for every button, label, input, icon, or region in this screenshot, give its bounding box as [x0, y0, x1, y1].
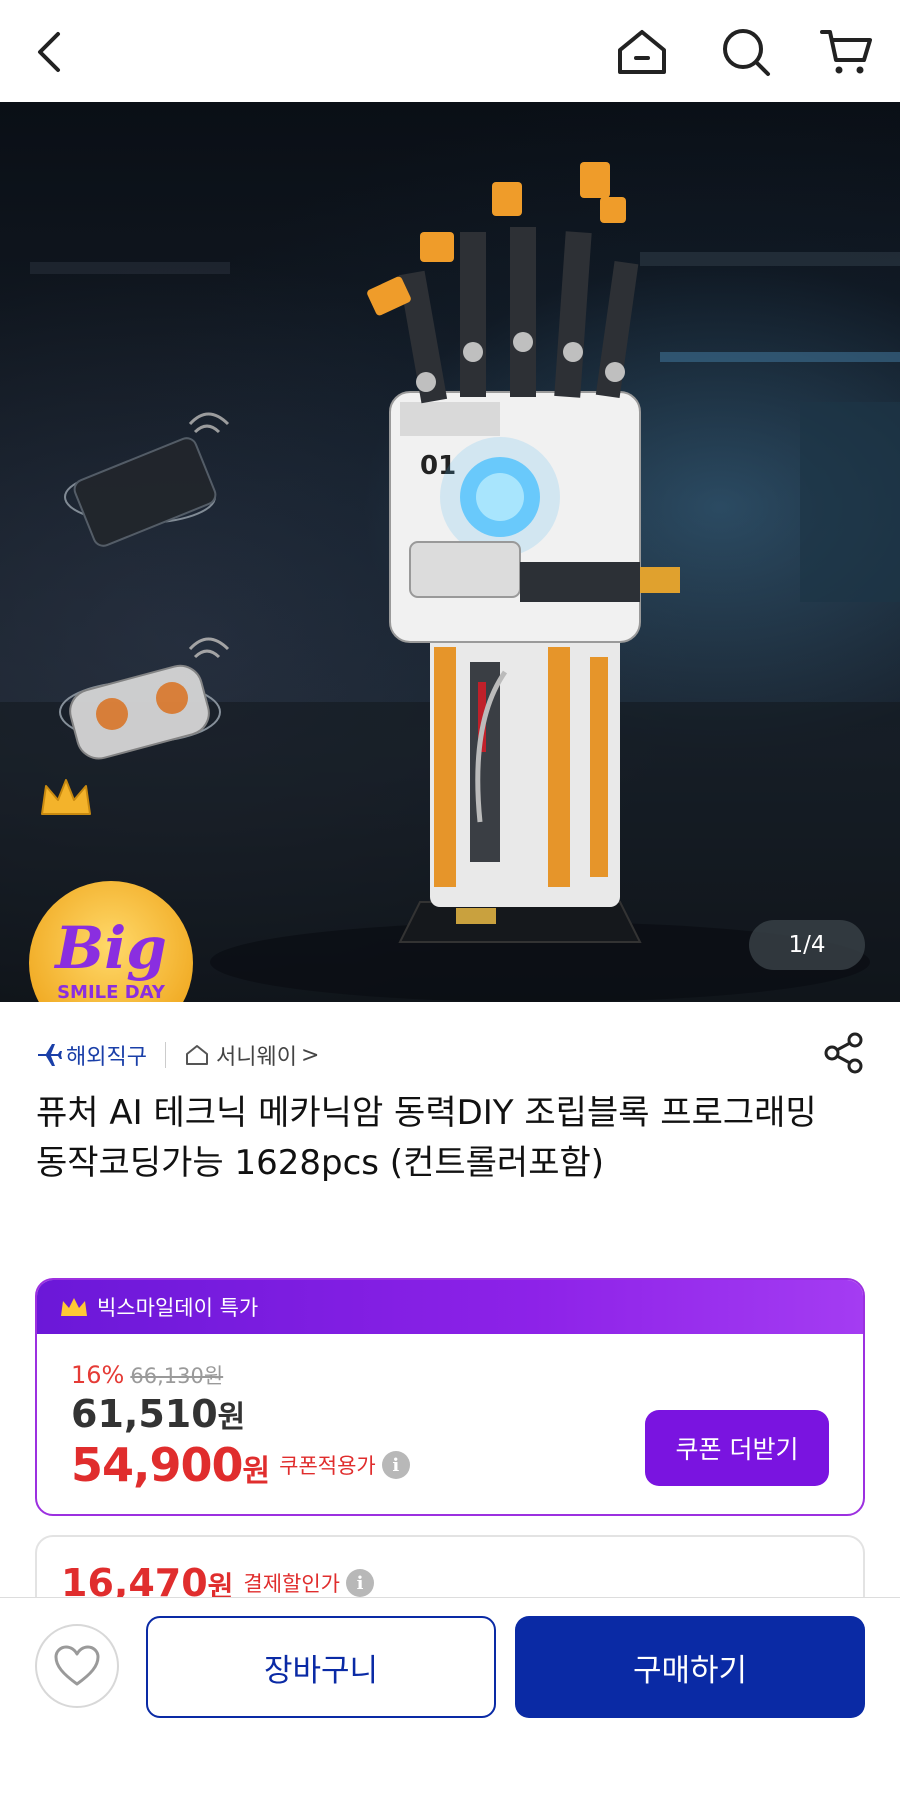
- coupon-price-label: 쿠폰적용가: [279, 1454, 376, 1478]
- add-to-cart-button[interactable]: 장바구니: [146, 1616, 496, 1718]
- coupon-price: 54,900원: [71, 1438, 271, 1492]
- sale-price-unit: 원: [217, 1400, 246, 1435]
- home-icon: [618, 30, 666, 74]
- badge-smile-day-text: SMILE DAY: [57, 982, 166, 1002]
- discount-rate: 16%: [71, 1361, 125, 1389]
- coupon-price-row: 54,900원 쿠폰적용가 i: [71, 1438, 410, 1492]
- home-button[interactable]: [612, 22, 672, 82]
- buy-now-button[interactable]: 구매하기: [515, 1616, 865, 1718]
- cart-icon: [820, 30, 872, 74]
- shop-name: 서니웨이: [215, 1045, 297, 1070]
- back-button[interactable]: [22, 22, 82, 82]
- top-header: [0, 0, 900, 102]
- special-price-card: 빅스마일데이 특가 16% 66,130원 61,510원 54,900원 쿠폰…: [35, 1278, 865, 1516]
- sale-price-value: 61,510: [71, 1392, 218, 1436]
- heart-icon: [54, 1645, 100, 1686]
- product-detail-page: 01 Big SMILE DAY 1/4 해외직구 서니웨이 > 퓨처 AI 테…: [0, 0, 900, 1808]
- seller-info-row: 해외직구 서니웨이 >: [36, 1032, 866, 1075]
- wishlist-button[interactable]: [35, 1624, 119, 1708]
- sale-price: 61,510원: [71, 1392, 245, 1436]
- chevron-left-icon: [38, 32, 60, 72]
- get-more-coupons-button[interactable]: 쿠폰 더받기: [645, 1410, 829, 1486]
- coupon-price-unit: 원: [242, 1454, 271, 1489]
- overseas-direct-tag: 해외직구: [36, 1039, 147, 1071]
- crown-icon: [41, 779, 91, 815]
- share-icon[interactable]: [822, 1031, 866, 1075]
- shipping-type-label: 해외직구: [66, 1045, 147, 1070]
- coupon-price-value: 54,900: [71, 1438, 244, 1492]
- product-photo: 01: [0, 162, 900, 1002]
- special-price-label: 빅스마일데이 특가: [97, 1296, 259, 1320]
- shop-arrow: >: [300, 1042, 320, 1068]
- original-price: 66,130원: [130, 1364, 224, 1388]
- shop-home-icon: [185, 1045, 208, 1065]
- search-button[interactable]: [716, 22, 776, 82]
- info-icon[interactable]: i: [346, 1569, 375, 1597]
- cart-button[interactable]: [816, 22, 876, 82]
- search-icon: [723, 29, 770, 76]
- original-price-row: 16% 66,130원: [71, 1360, 223, 1390]
- product-image-carousel[interactable]: 01 Big SMILE DAY 1/4: [0, 102, 900, 1002]
- payment-discount-label: 결제할인가: [243, 1572, 341, 1596]
- divider: [164, 1042, 166, 1068]
- special-price-band: 빅스마일데이 특가: [37, 1280, 863, 1334]
- airplane-icon: [38, 1044, 62, 1066]
- bottom-action-bar: 장바구니 구매하기: [0, 1597, 900, 1808]
- crown-icon: [61, 1298, 87, 1316]
- image-page-indicator: 1/4: [749, 920, 865, 970]
- info-icon[interactable]: i: [381, 1451, 410, 1479]
- badge-big-text: Big: [53, 914, 167, 982]
- shop-link[interactable]: 서니웨이 >: [184, 1039, 319, 1071]
- product-title: 퓨처 AI 테크닉 메카닉암 동력DIY 조립블록 프로그래밍 동작코딩가능 1…: [36, 1093, 817, 1183]
